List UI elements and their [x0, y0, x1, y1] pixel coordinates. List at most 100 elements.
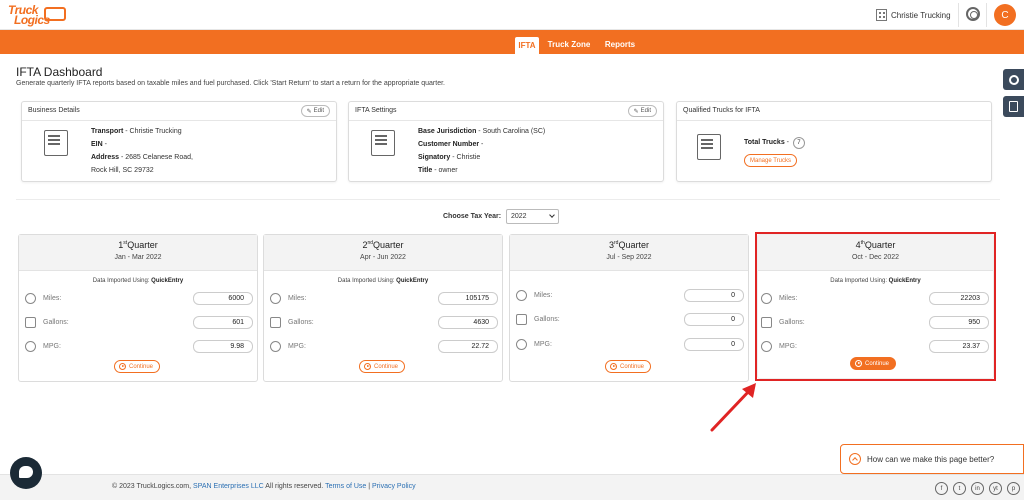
card-header: Qualified Trucks for IFTA [677, 102, 991, 121]
page-description: Generate quarterly IFTA reports based on… [16, 80, 445, 87]
card-title: IFTA Settings [355, 107, 397, 114]
report-icon [1009, 101, 1018, 112]
gallons-row: Gallons: 0 [516, 313, 744, 327]
terms-link[interactable]: Terms of Use [325, 483, 366, 490]
ifta-settings-card: IFTA Settings ✎ Edit Base Jurisdiction -… [348, 101, 664, 182]
header-divider [958, 3, 959, 27]
miles-row: Miles: 6000 [25, 292, 253, 306]
transport-value: - Christie Trucking [123, 128, 182, 135]
speedometer-icon [516, 339, 527, 350]
side-settings-button[interactable] [1003, 69, 1024, 90]
address-line: Address - 2685 Celanese Road, [91, 154, 193, 161]
feedback-text: How can we make this page better? [867, 454, 995, 464]
fuel-can-icon [516, 314, 527, 325]
gallons-row: Gallons: 601 [25, 316, 253, 330]
imported-label: Data Imported Using: [337, 278, 395, 284]
chat-bubble-icon[interactable] [10, 457, 42, 489]
mpg-row: MPG: 0 [516, 338, 744, 352]
side-report-button[interactable] [1003, 96, 1024, 117]
title-label: Title [418, 167, 433, 174]
quarter-title: 3rdQuarter [510, 240, 748, 250]
chevron-up-icon [849, 453, 861, 465]
page-title: IFTA Dashboard [16, 65, 103, 79]
tab-truck-zone[interactable]: Truck Zone [546, 36, 592, 52]
truck-logo-icon [44, 7, 66, 21]
mpg-label: MPG: [534, 341, 552, 348]
gear-icon [1008, 74, 1019, 85]
fuel-can-icon [25, 317, 36, 328]
user-avatar[interactable]: C [994, 4, 1016, 26]
continue-label: Continue [374, 363, 399, 370]
edit-business-button[interactable]: ✎ Edit [300, 105, 330, 117]
miles-row: Miles: 0 [516, 289, 744, 303]
header-divider [986, 3, 987, 27]
imported-method: QuickEntry [151, 278, 184, 284]
road-icon [516, 290, 527, 301]
tax-year-select[interactable]: 2022 [506, 209, 559, 224]
settings-gear-icon[interactable] [966, 7, 980, 21]
signatory-line: Signatory - Christie [418, 154, 480, 161]
tab-reports[interactable]: Reports [600, 36, 640, 52]
mpg-value: 22.72 [438, 340, 498, 353]
feedback-widget[interactable]: How can we make this page better? [840, 444, 1024, 474]
title-line: Title - owner [418, 167, 458, 174]
continue-label: Continue [620, 363, 645, 370]
speedometer-icon [25, 341, 36, 352]
card-title: Business Details [28, 107, 80, 114]
tab-ifta[interactable]: IFTA [515, 37, 539, 54]
ein-label: EIN [91, 141, 103, 148]
miles-label: Miles: [534, 292, 553, 299]
speedometer-icon [270, 341, 281, 352]
play-icon [119, 363, 126, 370]
play-icon [364, 363, 371, 370]
base-value: - South Carolina (SC) [476, 128, 546, 135]
signatory-value: - Christie [450, 154, 481, 161]
mpg-row: MPG: 22.72 [270, 340, 498, 354]
transport-line: Transport - Christie Trucking [91, 128, 182, 135]
quarter-card-2: 2ndQuarter Apr - Jun 2022 Data Imported … [263, 234, 503, 382]
company-switcher[interactable]: Christie Trucking [876, 7, 951, 23]
quarter-range: Jan - Mar 2022 [114, 254, 162, 261]
privacy-link[interactable]: Privacy Policy [372, 483, 416, 490]
miles-row: Miles: 105175 [270, 292, 498, 306]
annotation-arrow [710, 383, 756, 432]
total-trucks-count: 7 [792, 137, 805, 149]
miles-label: Miles: [43, 295, 62, 302]
facebook-icon[interactable]: f [935, 482, 948, 495]
pinterest-icon[interactable]: p [1007, 482, 1020, 495]
continue-button[interactable]: Continue [114, 360, 161, 373]
highlight-box [755, 232, 996, 381]
card-title: Qualified Trucks for IFTA [683, 107, 760, 114]
miles-label: Miles: [288, 295, 307, 302]
continue-button[interactable]: Continue [605, 360, 652, 373]
edit-label: Edit [313, 108, 324, 114]
quarter-word: Quarter [373, 240, 404, 250]
quarter-header: 1stQuarter Jan - Mar 2022 [19, 235, 257, 271]
manage-trucks-button[interactable]: Manage Trucks [744, 154, 798, 167]
total-trucks-sep: - [784, 139, 789, 146]
data-imported-line: Data Imported Using: QuickEntry [19, 278, 257, 284]
settings-doc-icon [371, 130, 395, 156]
quarter-card-1: 1stQuarter Jan - Mar 2022 Data Imported … [18, 234, 258, 382]
gallons-label: Gallons: [288, 319, 314, 326]
truck-doc-icon [697, 134, 721, 160]
linkedin-icon[interactable]: in [971, 482, 984, 495]
quarter-header: 2ndQuarter Apr - Jun 2022 [264, 235, 502, 271]
gallons-value: 601 [193, 316, 253, 329]
card-header: Business Details ✎ Edit [22, 102, 336, 121]
quarter-title: 1stQuarter [19, 240, 257, 250]
continue-button[interactable]: Continue [359, 360, 406, 373]
edit-ifta-settings-button[interactable]: ✎ Edit [627, 105, 657, 117]
business-doc-icon [44, 130, 68, 156]
miles-value: 0 [684, 289, 744, 302]
quarter-range: Jul - Sep 2022 [606, 254, 652, 261]
twitter-icon[interactable]: t [953, 482, 966, 495]
span-link[interactable]: SPAN Enterprises LLC [193, 483, 264, 490]
tax-year-label: Choose Tax Year: [443, 213, 502, 220]
title-value: - owner [432, 167, 458, 174]
address-value: - 2685 Celanese Road, [119, 154, 193, 161]
youtube-icon[interactable]: yt [989, 482, 1002, 495]
trucklogics-logo[interactable]: Truck Logics [8, 3, 66, 27]
road-icon [270, 293, 281, 304]
signatory-label: Signatory [418, 154, 451, 161]
